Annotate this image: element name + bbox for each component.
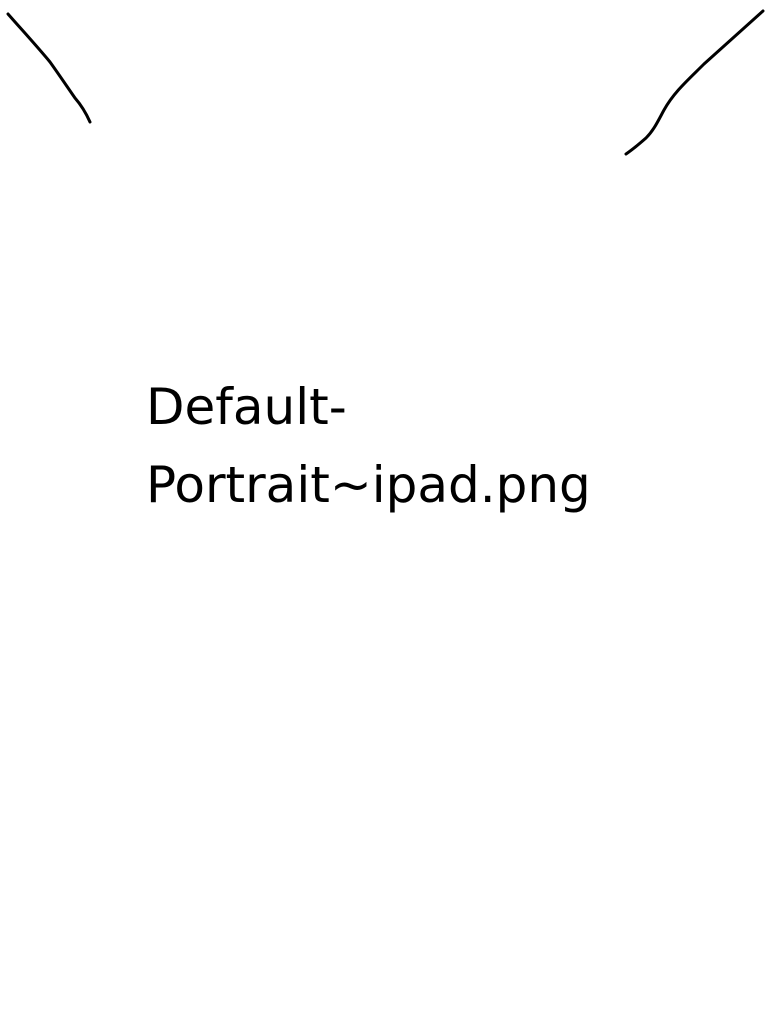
right-sketch-line (624, 9, 765, 156)
filename-line-2: Portrait~ipad.png (146, 456, 591, 514)
placeholder-filename-text: Default- Portrait~ipad.png (146, 368, 706, 524)
filename-line-1: Default- (146, 378, 347, 436)
left-sketch-line (6, 12, 92, 124)
launch-image-placeholder: Default- Portrait~ipad.png (0, 0, 768, 1024)
